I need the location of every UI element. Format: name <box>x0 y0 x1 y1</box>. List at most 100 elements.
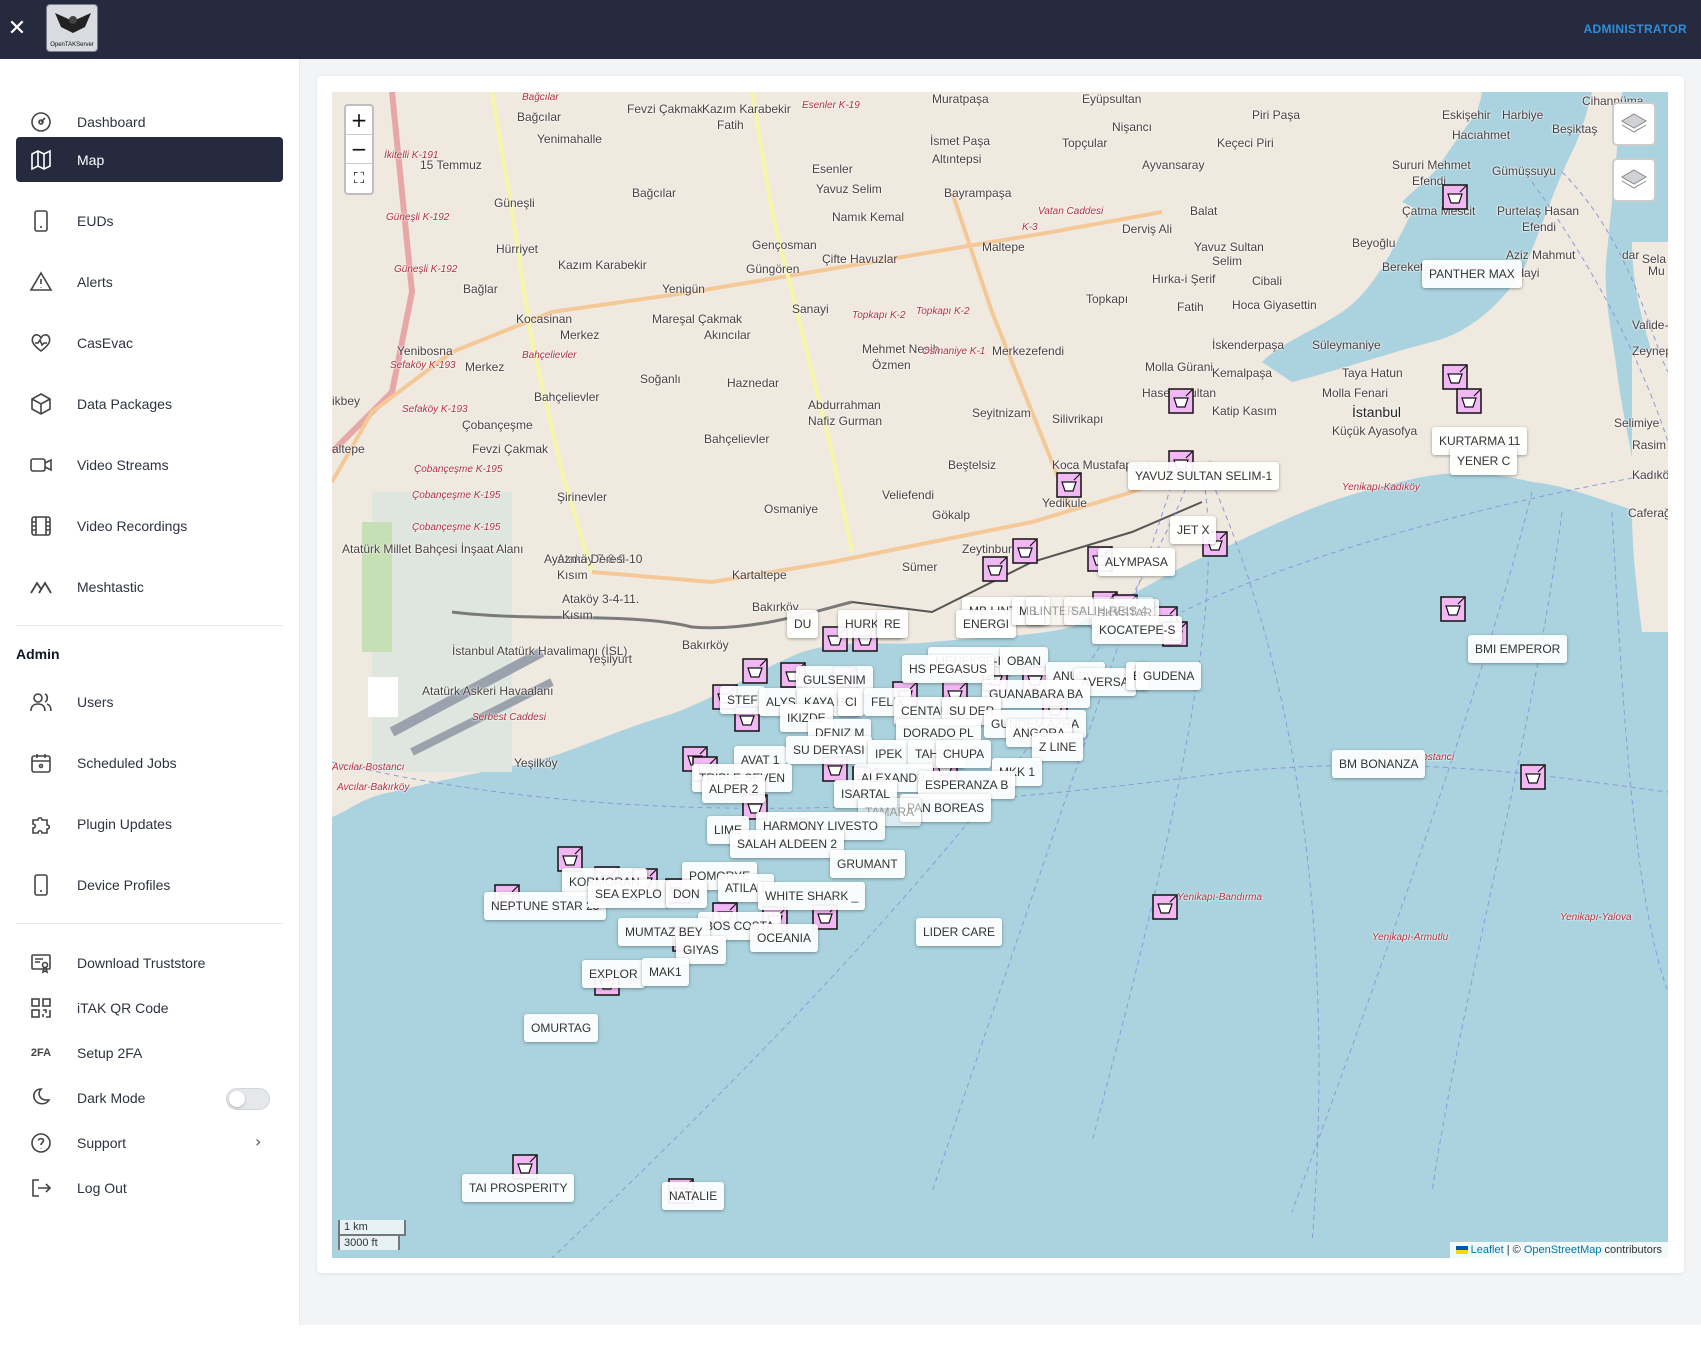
overlay-layers-button[interactable] <box>1612 158 1656 202</box>
vessel-label[interactable]: DON <box>666 880 707 908</box>
vessel-icon[interactable] <box>1520 764 1546 790</box>
dark-mode-toggle[interactable] <box>226 1088 270 1110</box>
sidebar-item-video-recordings[interactable]: Video Recordings <box>16 503 283 548</box>
sidebar-item-setup-2fa[interactable]: 2FA Setup 2FA <box>16 1030 283 1075</box>
users-icon <box>28 689 54 715</box>
scale-bar: 1 km 3000 ft <box>338 1220 406 1250</box>
vessel-label[interactable]: ENERGI <box>956 610 1017 638</box>
vessel-label[interactable]: JET X <box>1170 516 1217 544</box>
sidebar-item-scheduled-jobs[interactable]: Scheduled Jobs <box>16 740 283 785</box>
vessel-icon[interactable] <box>742 658 768 684</box>
vessel-label[interactable]: OMURTAG <box>524 1014 599 1042</box>
sidebar-item-label: Video Recordings <box>77 517 188 534</box>
vessel-label[interactable]: ALPER 2 <box>702 775 766 803</box>
device-icon <box>28 872 54 898</box>
sidebar-item-label: Plugin Updates <box>77 815 172 832</box>
sidebar-item-log-out[interactable]: Log Out <box>16 1165 283 1210</box>
vessel-label[interactable]: NATALIE <box>662 1182 725 1210</box>
vessel-label[interactable]: EXPLOR <box>582 960 645 988</box>
vessel-label[interactable]: GUDENA <box>1136 662 1202 690</box>
vessel-label[interactable]: KOCATEPE-S <box>1092 616 1183 644</box>
vessel-icon[interactable] <box>1442 184 1468 210</box>
package-icon <box>28 391 54 417</box>
sidebar-item-label: Support <box>77 1134 127 1151</box>
sidebar-item-plugin-updates[interactable]: Plugin Updates <box>16 801 283 846</box>
vessel-label[interactable]: BM BONANZA <box>1332 750 1426 778</box>
qr-code-icon <box>28 995 54 1021</box>
vessel-label[interactable]: RE <box>877 610 908 638</box>
vessel-icon[interactable] <box>1442 364 1468 390</box>
close-icon[interactable]: ✕ <box>4 16 30 42</box>
vessel-icon[interactable] <box>1168 388 1194 414</box>
leaflet-link[interactable]: Leaflet <box>1471 1244 1504 1256</box>
zoom-in-button[interactable]: + <box>346 106 372 135</box>
sidebar-item-download-truststore[interactable]: Download Truststore <box>16 940 283 985</box>
sidebar-item-meshtastic[interactable]: Meshtastic <box>16 564 283 609</box>
sidebar-item-label: Map <box>77 151 105 168</box>
vessel-label[interactable]: YENER C <box>1450 447 1518 475</box>
vessel-icon[interactable] <box>1440 596 1466 622</box>
sidebar-item-label: CasEvac <box>77 334 134 351</box>
vessel-icon[interactable] <box>1056 472 1082 498</box>
vessel-icon[interactable] <box>1152 894 1178 920</box>
divider <box>16 923 283 924</box>
sidebar-item-euds[interactable]: EUDs <box>16 198 283 243</box>
vessel-icon[interactable] <box>1012 538 1038 564</box>
divider <box>16 625 283 626</box>
vessel-label[interactable]: SU DERYASI <box>786 736 872 764</box>
sidebar-item-label: Log Out <box>77 1179 127 1196</box>
vessel-label[interactable]: SEA EXPLO <box>588 880 669 908</box>
sidebar-item-label: Scheduled Jobs <box>77 754 177 771</box>
sidebar-item-casevac[interactable]: CasEvac <box>16 320 283 365</box>
eagle-logo-icon <box>55 13 91 33</box>
sidebar-item-alerts[interactable]: Alerts <box>16 259 283 304</box>
vessel-label[interactable]: OCEANIA <box>750 924 819 952</box>
scale-ft: 3000 ft <box>338 1234 400 1250</box>
logo: OpenTAKServer <box>46 4 98 52</box>
sidebar-item-support[interactable]: Support <box>16 1120 283 1165</box>
vessel-icon[interactable] <box>1456 388 1482 414</box>
vessel-label[interactable]: Z LINE <box>1032 733 1084 761</box>
heart-pulse-icon <box>28 330 54 356</box>
sidebar-item-device-profiles[interactable]: Device Profiles <box>16 862 283 907</box>
vessel-label[interactable]: PANTHER MAX <box>1422 260 1522 288</box>
vessel-label[interactable]: CI <box>838 688 864 716</box>
chevron-right-icon[interactable]: › <box>255 1132 261 1151</box>
sidebar-item-video-streams[interactable]: Video Streams <box>16 442 283 487</box>
puzzle-icon <box>28 811 54 837</box>
layers-button[interactable] <box>1612 102 1656 146</box>
zoom-out-button[interactable]: − <box>346 135 372 164</box>
vessel-label[interactable]: SALAH ALDEEN 2 <box>730 830 845 858</box>
vessel-label[interactable]: OBAN <box>1000 647 1049 675</box>
map-icon <box>28 147 54 173</box>
sidebar-item-label: Meshtastic <box>77 578 144 595</box>
vessel-label[interactable]: TAI PROSPERITY <box>462 1174 575 1202</box>
2fa-icon: 2FA <box>30 1046 52 1059</box>
vessel-label[interactable]: GRUMANT <box>830 850 905 878</box>
sidebar-item-map[interactable]: Map <box>16 137 283 182</box>
user-role[interactable]: ADMINISTRATOR <box>1584 22 1687 36</box>
sidebar-item-itak-qr-code[interactable]: iTAK QR Code <box>16 985 283 1030</box>
osm-link[interactable]: OpenStreetMap <box>1524 1244 1602 1256</box>
sidebar-item-data-packages[interactable]: Data Packages <box>16 381 283 426</box>
vessel-label[interactable]: CHUPA <box>936 740 992 768</box>
vessel-label[interactable]: BMI EMPEROR <box>1468 635 1568 663</box>
vessel-label[interactable]: STEF <box>720 686 765 714</box>
layers-icon <box>1621 113 1647 133</box>
vessel-label[interactable]: YAVUZ SULTAN SELIM-1 <box>1128 462 1280 490</box>
vessel-label[interactable]: LIDER CARE <box>916 918 1003 946</box>
sidebar-item-label: Dashboard <box>77 113 146 130</box>
vessel-label[interactable]: MAK1 <box>642 958 689 986</box>
vessel-label[interactable]: HS PEGASUS <box>902 655 995 683</box>
meshtastic-icon <box>28 574 54 600</box>
vessel-label[interactable]: WHITE SHARK _ <box>758 882 866 910</box>
map-view[interactable]: Fevzi Çakmak Kazım Karabekir Muratpaşa Eyüp… <box>332 92 1668 1258</box>
film-icon <box>28 513 54 539</box>
sidebar-item-label: Setup 2FA <box>77 1044 143 1061</box>
fullscreen-button[interactable]: ⛶ <box>346 164 372 193</box>
device-icon <box>28 208 54 234</box>
vessel-label[interactable]: ALYMPASA <box>1098 548 1175 576</box>
vessel-icon[interactable] <box>982 556 1008 582</box>
vessel-label[interactable]: DU <box>787 610 819 638</box>
sidebar-item-users[interactable]: Users <box>16 679 283 724</box>
